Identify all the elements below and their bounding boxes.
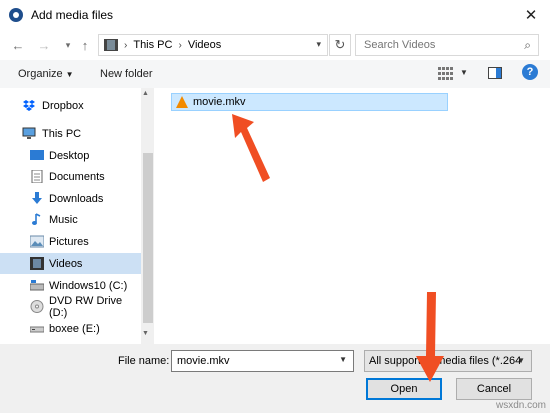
organize-button[interactable]: Organize ▼ [18,68,74,80]
address-bar[interactable]: › This PC › Videos ▾ [98,34,328,56]
watermark: wsxdn.com [495,400,546,411]
cancel-button[interactable]: Cancel [456,378,532,400]
dvd-icon [30,300,44,313]
sidebar-item-label: This PC [42,127,82,140]
chevron-down-icon[interactable]: ▼ [339,355,347,364]
sidebar-scrollbar-thumb[interactable] [143,153,153,323]
up-icon[interactable]: ↑ [77,37,93,53]
sidebar-item-music[interactable]: Music [0,209,141,230]
documents-icon [31,170,43,183]
breadcrumb-videos[interactable]: Videos [188,39,221,51]
help-icon[interactable]: ? [522,64,538,80]
videos-icon [30,257,44,270]
forward-icon[interactable]: → [36,37,52,53]
navigation-pane: Dropbox This PC Desktop Documents Downlo… [0,88,154,344]
computer-icon [22,127,36,139]
search-input[interactable] [356,35,516,55]
file-name-field[interactable] [172,351,332,371]
refresh-icon[interactable]: ↻ [329,34,351,56]
scroll-up-icon[interactable]: ▲ [142,90,149,97]
sidebar-item-label: Downloads [49,192,104,205]
annotation-arrow-icon [416,292,444,382]
search-icon: ⌕ [524,38,531,52]
organize-label: Organize [18,68,63,80]
chevron-down-icon: ▼ [65,70,74,79]
sidebar-item-videos[interactable]: Videos [0,253,141,274]
sidebar-item-label: Music [49,213,78,226]
vlc-app-icon [9,8,23,22]
back-icon[interactable]: ← [10,37,26,53]
videos-folder-icon [104,39,118,51]
sidebar-item-downloads[interactable]: Downloads [0,188,141,209]
chevron-right-icon: › [178,39,182,51]
sidebar-item-label: Documents [49,170,105,183]
sidebar-item-label: Videos [49,257,83,270]
sidebar-item-windows10-c[interactable]: Windows10 (C:) [0,275,141,296]
title-bar: Add media files ✕ [0,0,550,30]
file-list-pane [154,88,550,344]
sidebar-item-label: Desktop [49,149,90,162]
sidebar-item-desktop[interactable]: Desktop [0,145,141,166]
dropbox-icon [23,100,35,111]
chevron-down-icon[interactable]: ▼ [460,68,468,77]
sidebar-item-this-pc[interactable]: This PC [0,123,141,144]
desktop-icon [30,150,44,160]
preview-pane-icon[interactable] [488,67,502,79]
annotation-arrow-icon [232,114,270,182]
sidebar-item-label: Pictures [49,235,89,248]
chevron-down-icon[interactable]: ▼ [517,356,525,365]
pictures-icon [30,235,44,248]
sidebar-item-label: boxee (E:) [49,322,100,335]
new-folder-button[interactable]: New folder [100,68,153,80]
file-name: movie.mkv [193,96,246,108]
sidebar-item-dvd-rw-drive-d[interactable]: DVD RW Drive (D:) [0,294,141,319]
sidebar-item-label: DVD RW Drive (D:) [49,294,123,319]
close-icon[interactable]: ✕ [522,6,540,24]
usb-drive-icon [30,326,44,333]
view-options-icon[interactable] [438,67,454,81]
file-item-movie-mkv[interactable]: movie.mkv [171,93,448,111]
sidebar-item-dropbox[interactable]: Dropbox [0,95,141,116]
scroll-down-icon[interactable]: ▼ [142,330,149,337]
recent-dropdown-icon[interactable]: ▾ [60,37,76,53]
music-icon [32,213,41,225]
search-box[interactable]: ⌕ [355,34,539,56]
file-name-combobox[interactable]: ▼ [171,350,354,372]
window-title: Add media files [31,8,114,22]
breadcrumb-this-pc[interactable]: This PC [133,39,172,51]
sidebar-item-boxee-e[interactable]: boxee (E:) [0,318,141,339]
sidebar-item-label: Windows10 (C:) [49,279,128,292]
chevron-down-icon[interactable]: ▾ [316,39,321,50]
sidebar-item-documents[interactable]: Documents [0,166,141,187]
drive-icon [30,280,44,291]
vlc-icon [176,96,188,108]
downloads-icon [32,192,42,204]
sidebar-item-label: Dropbox [42,99,84,112]
sidebar-item-pictures[interactable]: Pictures [0,231,141,252]
file-name-label: File name: [118,355,170,367]
chevron-right-icon: › [124,39,128,51]
